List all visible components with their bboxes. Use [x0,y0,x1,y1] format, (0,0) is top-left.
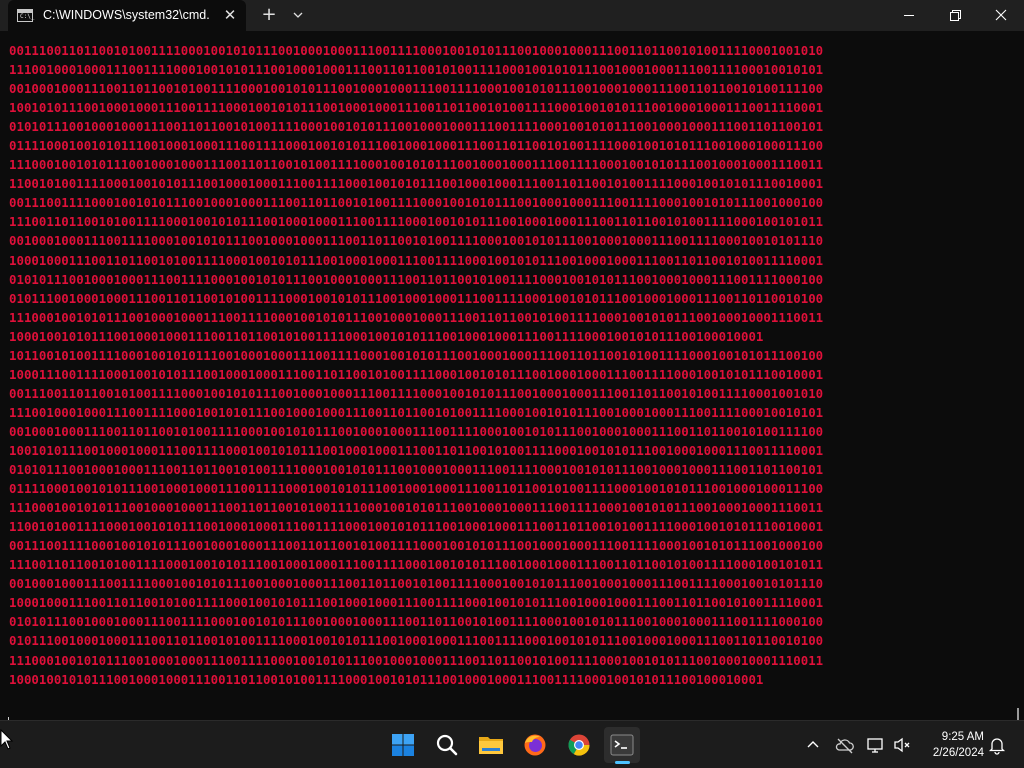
chevron-down-icon[interactable] [288,5,308,25]
terminal-line: 1000100011100110110010100111100010010101… [9,595,824,611]
terminal-line: 0010001000111001111000100101011100100010… [9,233,824,249]
cloud-offline-icon[interactable] [835,735,855,755]
terminal-line: 1011001010011110001001010111001000100011… [9,347,824,363]
close-icon[interactable]: ✕ [221,6,239,24]
terminal-line: 1000111001111000100101011100100010001110… [9,366,824,382]
terminal-line: 1000100101011100100010001110011011001010… [9,671,764,687]
terminal-line: 1110001001010111001000100011100111100010… [9,652,824,668]
terminal-line: 0011100110110010100111100010010101110010… [9,385,824,401]
mouse-pointer-icon [0,728,14,751]
minimize-button[interactable] [886,0,932,31]
close-icon [995,9,1007,21]
terminal-line: 0010001000111001111000100101011100100010… [9,576,824,592]
tab-cmd[interactable]: C:\_ C:\WINDOWS\system32\cmd. ✕ [8,0,246,31]
terminal-line: 1110001001010111001000100011100110110010… [9,157,824,173]
terminal-line: 0101011100100010001110011110001001010111… [9,614,824,630]
close-window-button[interactable] [978,0,1024,31]
maximize-button[interactable] [932,0,978,31]
terminal-line: 1110011011001010011110001001010111001000… [9,214,824,230]
terminal-line: 0111100010010101110010001000111001111000… [9,138,824,154]
terminal-line: 0101011100100010001110011011001010011110… [9,462,824,478]
chevron-up-icon[interactable] [803,735,823,755]
volume-muted-icon[interactable] [893,735,913,755]
terminal-line: 0011100111100010010101110010001000111001… [9,195,824,211]
notification-bell-icon[interactable] [987,735,1007,755]
plus-icon[interactable]: + [258,5,280,25]
firefox-icon[interactable] [517,727,553,763]
terminal-line: 0101011100100010001110011110001001010111… [9,271,824,287]
network-icon[interactable] [866,735,886,755]
search-icon[interactable] [429,727,465,763]
tab-title: C:\WINDOWS\system32\cmd. [43,8,210,22]
restore-icon [950,10,961,21]
terminal-line: 1000100011100110110010100111100010010101… [9,252,824,268]
terminal-line: 1110010001000111001111000100101011100100… [9,62,824,78]
active-app-indicator [615,761,630,764]
terminal-line: 0111100010010101110010001000111001111000… [9,481,824,497]
cmd-icon: C:\_ [17,9,35,22]
terminal-line: 1001010111001000100011100111100010010101… [9,442,824,458]
terminal-line: 1110010001000111001111000100101011100100… [9,404,824,420]
terminal-line: 1001010111001000100011100111100010010101… [9,100,824,116]
terminal-line: 0011100110110010100111100010010101110010… [9,43,824,58]
terminal-line: 0101110010001000111001101100101001111000… [9,290,824,306]
start-icon[interactable] [385,727,421,763]
clock-date: 2/26/2024 [932,747,984,759]
terminal-line: 1100101001111000100101011100100010001110… [9,176,824,192]
chrome-icon[interactable] [561,727,597,763]
terminal-line: 0101011100100010001110011011001010011110… [9,119,824,135]
title-bar: C:\_ C:\WINDOWS\system32\cmd. ✕ + [0,0,1024,31]
clock[interactable]: 9:25 AM 2/26/2024 [922,729,984,761]
terminal-line: 0101110010001000111001101100101001111000… [9,633,824,649]
terminal-icon[interactable] [604,727,640,763]
cmd-icon-text: C:\_ [20,13,35,20]
minimize-icon [904,15,914,16]
terminal-line: 0010001000111001101100101001111000100101… [9,423,824,439]
file-explorer-icon[interactable] [473,727,509,763]
taskbar: 9:25 AM 2/26/2024 [0,720,1024,768]
terminal-line: 1110011011001010011110001001010111001000… [9,557,824,573]
terminal-line: 0010001000111001101100101001111000100101… [9,81,824,97]
terminal-line: 1110001001010111001000100011100111100010… [9,309,824,325]
terminal-line: 0011100111100010010101110010001000111001… [9,538,824,554]
terminal-line: 1100101001111000100101011100100010001110… [9,519,824,535]
terminal-line: 1110001001010111001000100011100110110010… [9,500,824,516]
clock-time: 9:25 AM [941,731,984,743]
terminal-pane[interactable]: 0011100110110010100111100010010101110010… [0,31,1024,734]
terminal-output: 0011100110110010100111100010010101110010… [9,41,1005,689]
terminal-line: 1000100101011100100010001110011011001010… [9,328,764,344]
